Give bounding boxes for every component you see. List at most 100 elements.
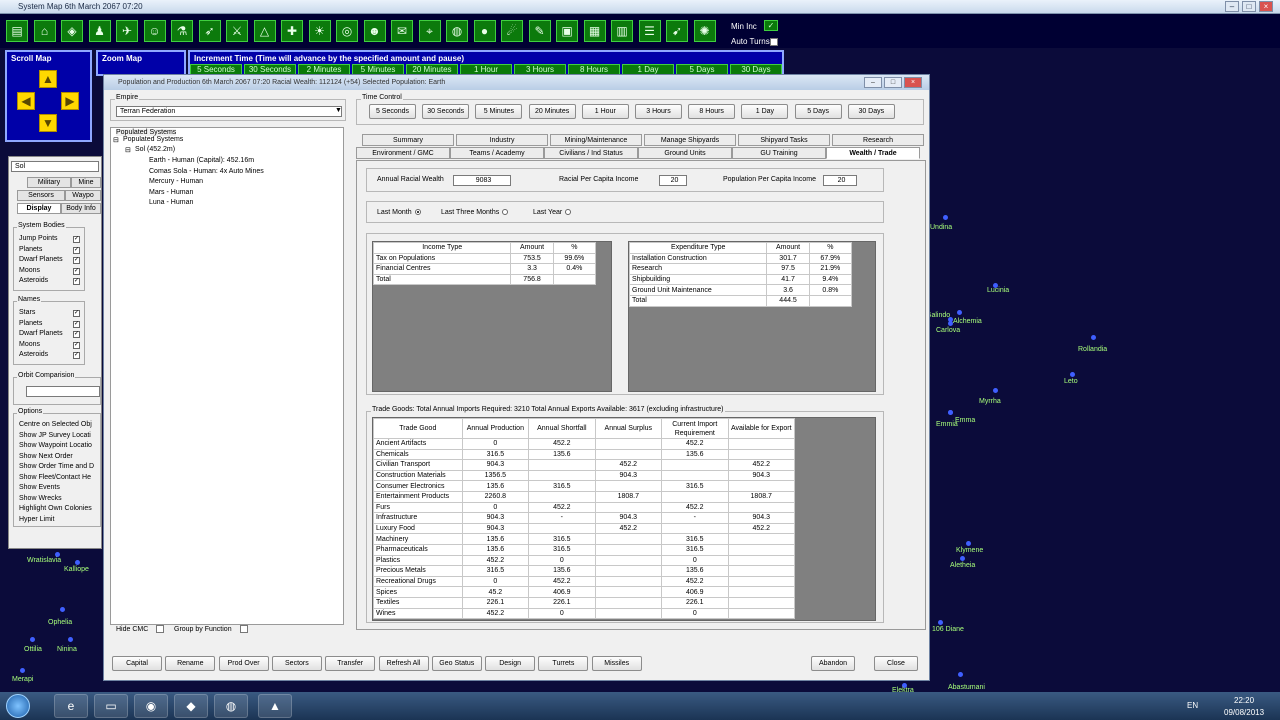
time-control-button[interactable]: 8 Hours (688, 104, 736, 119)
close-button[interactable]: × (1259, 1, 1273, 12)
scroll-down-arrow-icon[interactable]: ▼ (39, 114, 57, 132)
tree-colony-item[interactable]: Mercury - Human (149, 178, 203, 185)
pilot-icon[interactable]: ♟ (88, 20, 111, 42)
table-row[interactable]: Total 756.8 (372, 273, 597, 286)
design-icon[interactable]: ✎ (528, 20, 551, 42)
star-marker[interactable] (943, 215, 948, 220)
dialog-minimize-button[interactable]: – (864, 77, 882, 88)
tab-row1[interactable]: Manage Shipyards (644, 134, 736, 146)
station-icon[interactable]: ⌖ (418, 20, 441, 42)
table-row[interactable]: Chemicals 316.5 135.6 135.6 (373, 448, 795, 461)
tree-colony-item[interactable]: Mars - Human (149, 189, 193, 196)
hide-cmc-checkbox[interactable] (156, 625, 165, 633)
bottom-action-button[interactable]: Rename (165, 656, 216, 671)
tree-colony-item[interactable]: Luna - Human (149, 199, 193, 206)
missile-icon[interactable]: ➶ (198, 20, 221, 42)
table-row[interactable]: Total 444.5 (628, 294, 853, 307)
scroll-right-arrow-icon[interactable]: ▶ (61, 92, 79, 110)
abandon-button[interactable]: Abandon (811, 656, 855, 671)
maximize-button[interactable]: □ (1242, 1, 1256, 12)
production-icon[interactable]: ▤ (6, 20, 28, 42)
table-row[interactable]: Wines 452.2 0 0 (373, 607, 795, 620)
bottom-action-button[interactable]: Prod Over (218, 656, 269, 671)
table-row[interactable]: Plastics 452.2 0 0 (373, 554, 795, 567)
tree-colony-item[interactable]: Earth - Human (Capital): 452.16m (149, 157, 254, 164)
star-marker[interactable] (948, 321, 953, 326)
table-row[interactable]: Tax on Populations 753.5 99.6% (372, 252, 597, 265)
min-inc-checkbox[interactable]: ✓ (764, 20, 778, 31)
star-marker[interactable] (1091, 335, 1096, 340)
system-body-checkbox[interactable]: ✓ (73, 278, 80, 285)
time-control-button[interactable]: 30 Days (847, 104, 895, 119)
tab-waypoints[interactable]: Waypo (65, 190, 101, 201)
orbit-comparison-select[interactable] (26, 386, 100, 397)
table-row[interactable]: Recreational Drugs 0 452.2 452.2 (373, 575, 795, 588)
system-body-checkbox[interactable]: ✓ (73, 257, 80, 264)
tab-row1[interactable]: Research (832, 134, 924, 146)
bottom-action-button[interactable]: Refresh All (378, 656, 429, 671)
bottom-action-button[interactable]: Turrets (538, 656, 589, 671)
triangle-icon[interactable]: △ (253, 20, 276, 42)
close-dialog-button[interactable]: Close (874, 656, 918, 671)
time-control-button[interactable]: 1 Hour (581, 104, 629, 119)
start-button[interactable] (6, 694, 30, 718)
table-row[interactable]: Consumer Electronics 135.6 316.5 316.5 (373, 480, 795, 492)
tab-military[interactable]: Military (27, 177, 71, 188)
tree-expand-icon[interactable]: ⊟ (125, 146, 131, 154)
tab-row2[interactable]: Civilians / Ind Status (544, 147, 638, 159)
time-control-button[interactable]: 5 Seconds (369, 104, 416, 119)
table-row[interactable]: Ancient Artifacts 0 452.2 452.2 (373, 438, 795, 450)
table-row[interactable]: Furs 0 452.2 452.2 (373, 501, 795, 514)
commander-icon[interactable]: ☺ (143, 20, 166, 42)
star-marker[interactable] (30, 637, 35, 642)
tab-row2[interactable]: Environment / GMC (356, 147, 450, 159)
star-marker[interactable] (60, 607, 65, 612)
language-indicator[interactable]: EN (1187, 701, 1198, 710)
last-three-months-radio[interactable]: Last Three Months (441, 209, 509, 216)
star-marker[interactable] (1070, 372, 1075, 377)
table-row[interactable]: Construction Materials 1356.5 904.3 904.3 (373, 469, 795, 482)
time-control-button[interactable]: 20 Minutes (528, 104, 576, 119)
last-year-radio[interactable]: Last Year (533, 209, 572, 216)
star-marker[interactable] (75, 560, 80, 565)
star-marker[interactable] (958, 672, 963, 677)
minimize-button[interactable]: – (1225, 1, 1239, 12)
satellite-icon[interactable]: ☄ (501, 20, 523, 42)
bottom-action-button[interactable]: Geo Status (431, 656, 482, 671)
table-row[interactable]: Textiles 226.1 226.1 226.1 (373, 596, 795, 609)
browser-icon[interactable]: e (54, 694, 88, 718)
bottom-action-button[interactable]: Transfer (325, 656, 376, 671)
table-row[interactable]: Spices 45.2 406.9 406.9 (373, 586, 795, 598)
star-marker[interactable] (993, 388, 998, 393)
table-row[interactable]: Pharmaceuticals 135.6 316.5 316.5 (373, 543, 795, 556)
tab-row2[interactable]: GU Training (732, 147, 826, 159)
tree-expand-icon[interactable]: ⊟ (113, 136, 119, 144)
grid-icon[interactable]: ▦ (583, 20, 606, 42)
table-row[interactable]: Entertainment Products 2260.8 1808.7 1808.7 (373, 490, 795, 503)
tab-display[interactable]: Display (17, 203, 61, 214)
globe-icon[interactable]: ◍ (446, 20, 468, 42)
table-row[interactable]: Machinery 135.6 316.5 316.5 (373, 533, 795, 545)
bottom-action-button[interactable]: Design (485, 656, 536, 671)
star-marker[interactable] (966, 541, 971, 546)
time-control-button[interactable]: 30 Seconds (422, 104, 470, 119)
chart-icon[interactable]: ▥ (611, 20, 633, 42)
table-row[interactable]: Research 97.5 21.9% (628, 263, 853, 275)
star-marker[interactable] (68, 637, 73, 642)
empire-select[interactable]: Terran Federation (116, 106, 342, 117)
star-marker[interactable] (957, 310, 962, 315)
star-marker[interactable] (20, 668, 25, 673)
crosshair-icon[interactable]: ✚ (281, 20, 303, 42)
steam-icon[interactable]: ◉ (134, 694, 168, 718)
table-row[interactable]: Luxury Food 904.3 452.2 452.2 (373, 522, 795, 535)
system-body-checkbox[interactable]: ✓ (73, 246, 80, 254)
list-icon[interactable]: ☰ (638, 20, 661, 42)
alien-icon[interactable]: ☻ (363, 20, 386, 42)
scroll-left-arrow-icon[interactable]: ◀ (17, 92, 35, 110)
tree-system-sol[interactable]: Sol (452.2m) (135, 146, 175, 153)
star-marker[interactable] (938, 620, 943, 625)
table-row[interactable]: Financial Centres 3.3 0.4% (372, 263, 597, 275)
tree-colony-item[interactable]: Comas Sola - Human: 4x Auto Mines (149, 168, 264, 175)
fleet-icon[interactable]: ✈ (116, 20, 138, 42)
tab-body-info[interactable]: Body Info (61, 203, 101, 214)
